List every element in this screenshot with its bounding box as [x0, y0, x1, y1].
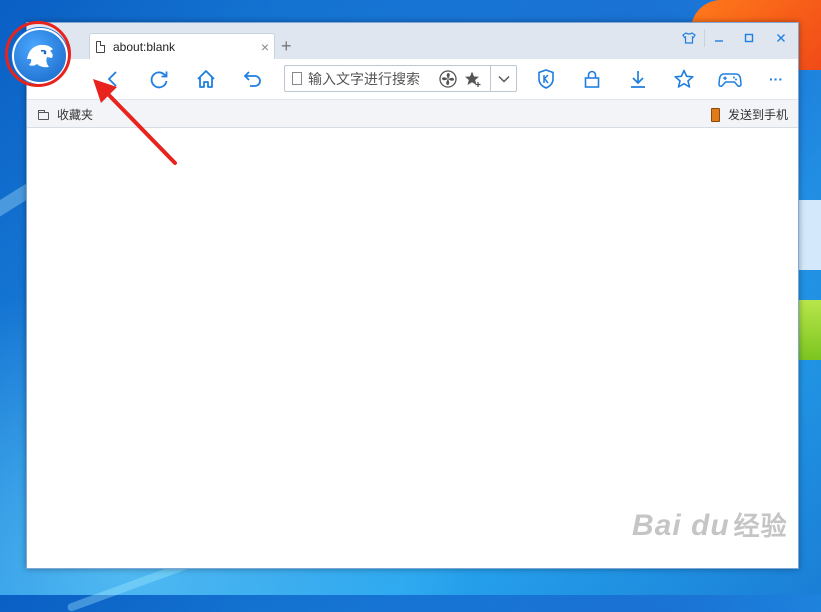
maximize-icon: [744, 33, 754, 43]
minimize-button[interactable]: [705, 25, 733, 51]
page-icon: [96, 40, 105, 53]
lock-icon: [584, 70, 600, 88]
download-button[interactable]: [624, 65, 652, 93]
tab-about-blank[interactable]: about:blank ×: [89, 33, 275, 59]
new-tab-button[interactable]: +: [281, 36, 292, 56]
address-bar[interactable]: [284, 65, 517, 92]
page-content[interactable]: [27, 128, 798, 568]
title-bar[interactable]: about:blank × +: [27, 23, 798, 59]
minimize-icon: [715, 40, 723, 42]
k-shield-icon: [538, 69, 554, 89]
watermark-brand: Bai du 经验: [632, 509, 788, 542]
game-button[interactable]: [716, 65, 744, 93]
speed-mode-button[interactable]: [438, 69, 458, 89]
star-plus-icon: [465, 71, 481, 87]
bookmark-add-button[interactable]: [463, 69, 483, 89]
address-input[interactable]: [308, 70, 434, 87]
k-shield-button[interactable]: [532, 65, 560, 93]
wallpaper-flag: [799, 200, 821, 270]
wallpaper-flag: [799, 300, 821, 360]
undo-button[interactable]: [239, 65, 267, 93]
tab-title: about:blank: [113, 39, 176, 54]
close-icon: [777, 34, 785, 42]
close-button[interactable]: [767, 25, 795, 51]
page-icon: [292, 72, 302, 85]
tab-close-button[interactable]: ×: [256, 39, 274, 55]
star-icon: [674, 69, 694, 88]
watermark-url: jingyan.baidu.com: [632, 552, 753, 569]
folder-icon: [38, 109, 49, 120]
favorites-button[interactable]: [670, 65, 698, 93]
gamepad-icon: [718, 73, 742, 87]
send-to-phone-button[interactable]: 发送到手机: [710, 106, 788, 123]
address-dropdown-button[interactable]: [494, 69, 514, 89]
phone-icon: [710, 107, 720, 122]
annotation-arrow: [93, 79, 177, 165]
maximize-button[interactable]: [735, 25, 763, 51]
divider: [490, 66, 491, 91]
skin-icon: [682, 32, 696, 44]
browser-window: about:blank × + 输入文字进行搜索 ··· 收藏夹 发送到手机: [5, 21, 799, 569]
annotation-circle: [5, 21, 71, 87]
fan-icon: [439, 70, 457, 88]
undo-icon: [243, 71, 261, 87]
skin-button[interactable]: [675, 25, 703, 51]
home-button[interactable]: [192, 65, 220, 93]
baidu-jingyan-watermark: Bai du 经验 jingyan.baidu.com: [632, 506, 788, 569]
send-to-phone-label: 发送到手机: [727, 108, 788, 122]
chevron-down-icon: [498, 76, 510, 83]
lock-button[interactable]: [578, 65, 606, 93]
home-icon: [197, 70, 215, 88]
download-icon: [631, 71, 645, 88]
more-button[interactable]: ···: [762, 65, 790, 93]
